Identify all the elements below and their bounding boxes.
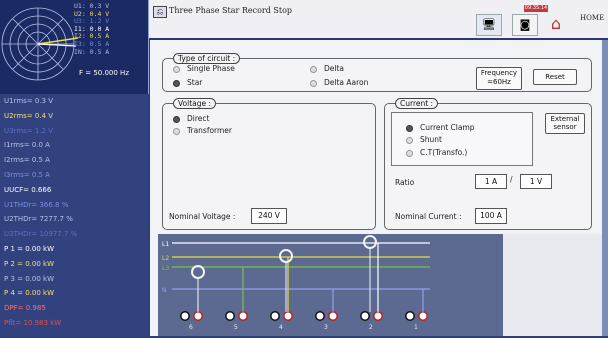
wiring-diagram: L1 L2 L3 N 6 5 4 3 2 1 [158, 234, 503, 336]
settings-area: Type of circuit : Single Phase Delta Sta… [150, 40, 602, 336]
phasor-readout: IN: 0.5 A [74, 47, 110, 56]
radio-icon [406, 124, 413, 132]
radio-icon [310, 65, 317, 73]
measurement-row: U2rms= 0.4 V [4, 111, 54, 120]
option-direct[interactable]: Direct [173, 114, 209, 123]
line-label: N [162, 287, 167, 294]
measurement-row: U3THDr= 10977.7 % [4, 230, 78, 239]
back-arrow-icon[interactable]: ⎌ [153, 6, 167, 18]
current-clamp-icon [191, 265, 205, 279]
circuit-type-panel: Type of circuit : Single Phase Delta Sta… [162, 53, 592, 92]
option-delta[interactable]: Delta [310, 64, 344, 73]
top-bar: ⎌ Three Phase Star Record Stop 🖥 09:35:1… [149, 0, 608, 40]
terminal-red [418, 311, 428, 321]
terminal-red [283, 311, 293, 321]
radio-icon [406, 149, 413, 157]
current-sensor-group: Current Clamp Shunt C.T(Transfo.) [391, 112, 533, 166]
measurement-row: P 2 = 0.00 kW [4, 259, 55, 268]
monitor-icon[interactable]: 🖥 [476, 14, 502, 36]
terminal-black [180, 311, 190, 321]
option-transformer[interactable]: Transformer [173, 126, 232, 135]
radio-icon [173, 65, 180, 73]
ratio-primary-field[interactable]: 1 A [475, 174, 507, 189]
measurement-row: Pflt= 10.983 kW [4, 319, 62, 327]
scrollbar[interactable] [602, 40, 608, 336]
voltage-panel: Voltage : Direct Transformer Nominal Vol… [162, 98, 376, 230]
ratio-secondary-field[interactable]: 1 V [520, 174, 552, 189]
phasor-circle-icon [1, 7, 79, 81]
measurement-row: UUCF= 0.666 [4, 185, 52, 194]
radio-icon [310, 79, 317, 87]
phasor-readout: I3: 0.5 A [74, 40, 110, 48]
measurement-row: U3rms= 1.2 V [4, 126, 54, 135]
current-clamp-icon [363, 235, 377, 249]
terminal-red [373, 311, 383, 321]
current-panel: Current : Current Clamp Shunt C.T(Transf… [384, 98, 592, 230]
wiring-diagram-svg: L1 L2 L3 N 6 5 4 3 2 1 [162, 235, 430, 331]
measurement-row: I3rms= 0.5 A [4, 171, 50, 179]
terminal-black [225, 311, 235, 321]
radio-icon [173, 115, 180, 123]
voltage-title: Voltage : [173, 98, 217, 109]
line-label: L3 [162, 265, 169, 272]
measurement-row: P 3 = 0.00 kW [4, 274, 55, 283]
option-delta-aaron[interactable]: Delta Aaron [310, 78, 368, 87]
record-icon[interactable]: ◙ [512, 14, 538, 36]
ratio-separator: / [510, 175, 513, 184]
terminal-number: 2 [369, 324, 373, 331]
measurement-row: P 4 = 0.00 kW [4, 289, 55, 298]
option-ct-transfo[interactable]: C.T(Transfo.) [406, 148, 467, 157]
measurement-row: I1rms= 0.0 A [4, 141, 50, 150]
line-label: L1 [162, 241, 169, 248]
measurements-panel: U1rms= 0.3 V U2rms= 0.4 V U3rms= 1.2 V I1rm… [0, 95, 148, 336]
clock-display: 09:35:14 [524, 5, 548, 12]
terminal-red [193, 311, 203, 321]
reset-button[interactable]: Reset [533, 69, 577, 85]
toolbar-icons: 🖥 09:35:14 ◙ ⌂ [476, 4, 568, 36]
terminal-red [238, 311, 248, 321]
home-label[interactable]: HOME [580, 14, 604, 22]
ratio-label: Ratio [395, 178, 415, 187]
measurement-row: U1THDr= 366.8 % [4, 200, 69, 209]
option-current-clamp[interactable]: Current Clamp [406, 123, 475, 132]
terminal-black [405, 311, 415, 321]
terminal-number: 6 [189, 324, 193, 331]
terminal-black [315, 311, 325, 321]
phasor-readout: U1: 0.3 V [74, 2, 110, 10]
measurement-row: U1rms= 0.3 V [4, 97, 54, 105]
nominal-voltage-field[interactable]: 240 V [251, 208, 287, 224]
terminal-number: 4 [279, 324, 283, 331]
nominal-current-field[interactable]: 100 A [475, 208, 507, 224]
option-star[interactable]: Star [173, 78, 202, 87]
terminal-red [328, 311, 338, 321]
nominal-current-label: Nominal Current : [395, 212, 462, 221]
phasor-diagram: U1: 0.3 V U2: 0.4 V U3: 1.2 V I1: 0.0 A I2: … [0, 0, 149, 94]
radio-icon [406, 136, 413, 144]
home-icon[interactable]: ⌂ [544, 14, 568, 34]
frequency-button[interactable]: Frequency =60Hz [476, 67, 522, 90]
measurement-row: I2rms= 0.5 A [4, 156, 50, 165]
current-title: Current : [395, 98, 439, 109]
option-shunt[interactable]: Shunt [406, 135, 442, 144]
line-label: L2 [162, 255, 169, 262]
frequency-readout: F = 50.000 Hz [79, 69, 129, 77]
current-clamp-icon [279, 249, 293, 263]
radio-icon [173, 127, 180, 135]
terminal-number: 3 [324, 324, 328, 331]
nominal-voltage-label: Nominal Voltage : [169, 212, 236, 221]
measurement-row: U2THDr= 7277.7 % [4, 215, 73, 224]
radio-icon [173, 79, 180, 87]
page-title: Three Phase Star Record Stop [169, 6, 293, 15]
terminal-number: 5 [234, 324, 238, 331]
circuit-type-title: Type of circuit : [173, 53, 241, 64]
measurement-row: P 1 = 0.00 kW [4, 245, 55, 253]
terminal-black [360, 311, 370, 321]
external-sensor-button[interactable]: External sensor [545, 113, 585, 134]
terminal-number: 1 [414, 324, 418, 331]
measurement-row: DPF= 0.985 [4, 304, 46, 313]
option-single-phase[interactable]: Single Phase [173, 64, 235, 73]
diagram-side-area [503, 234, 602, 336]
terminal-black [270, 311, 280, 321]
